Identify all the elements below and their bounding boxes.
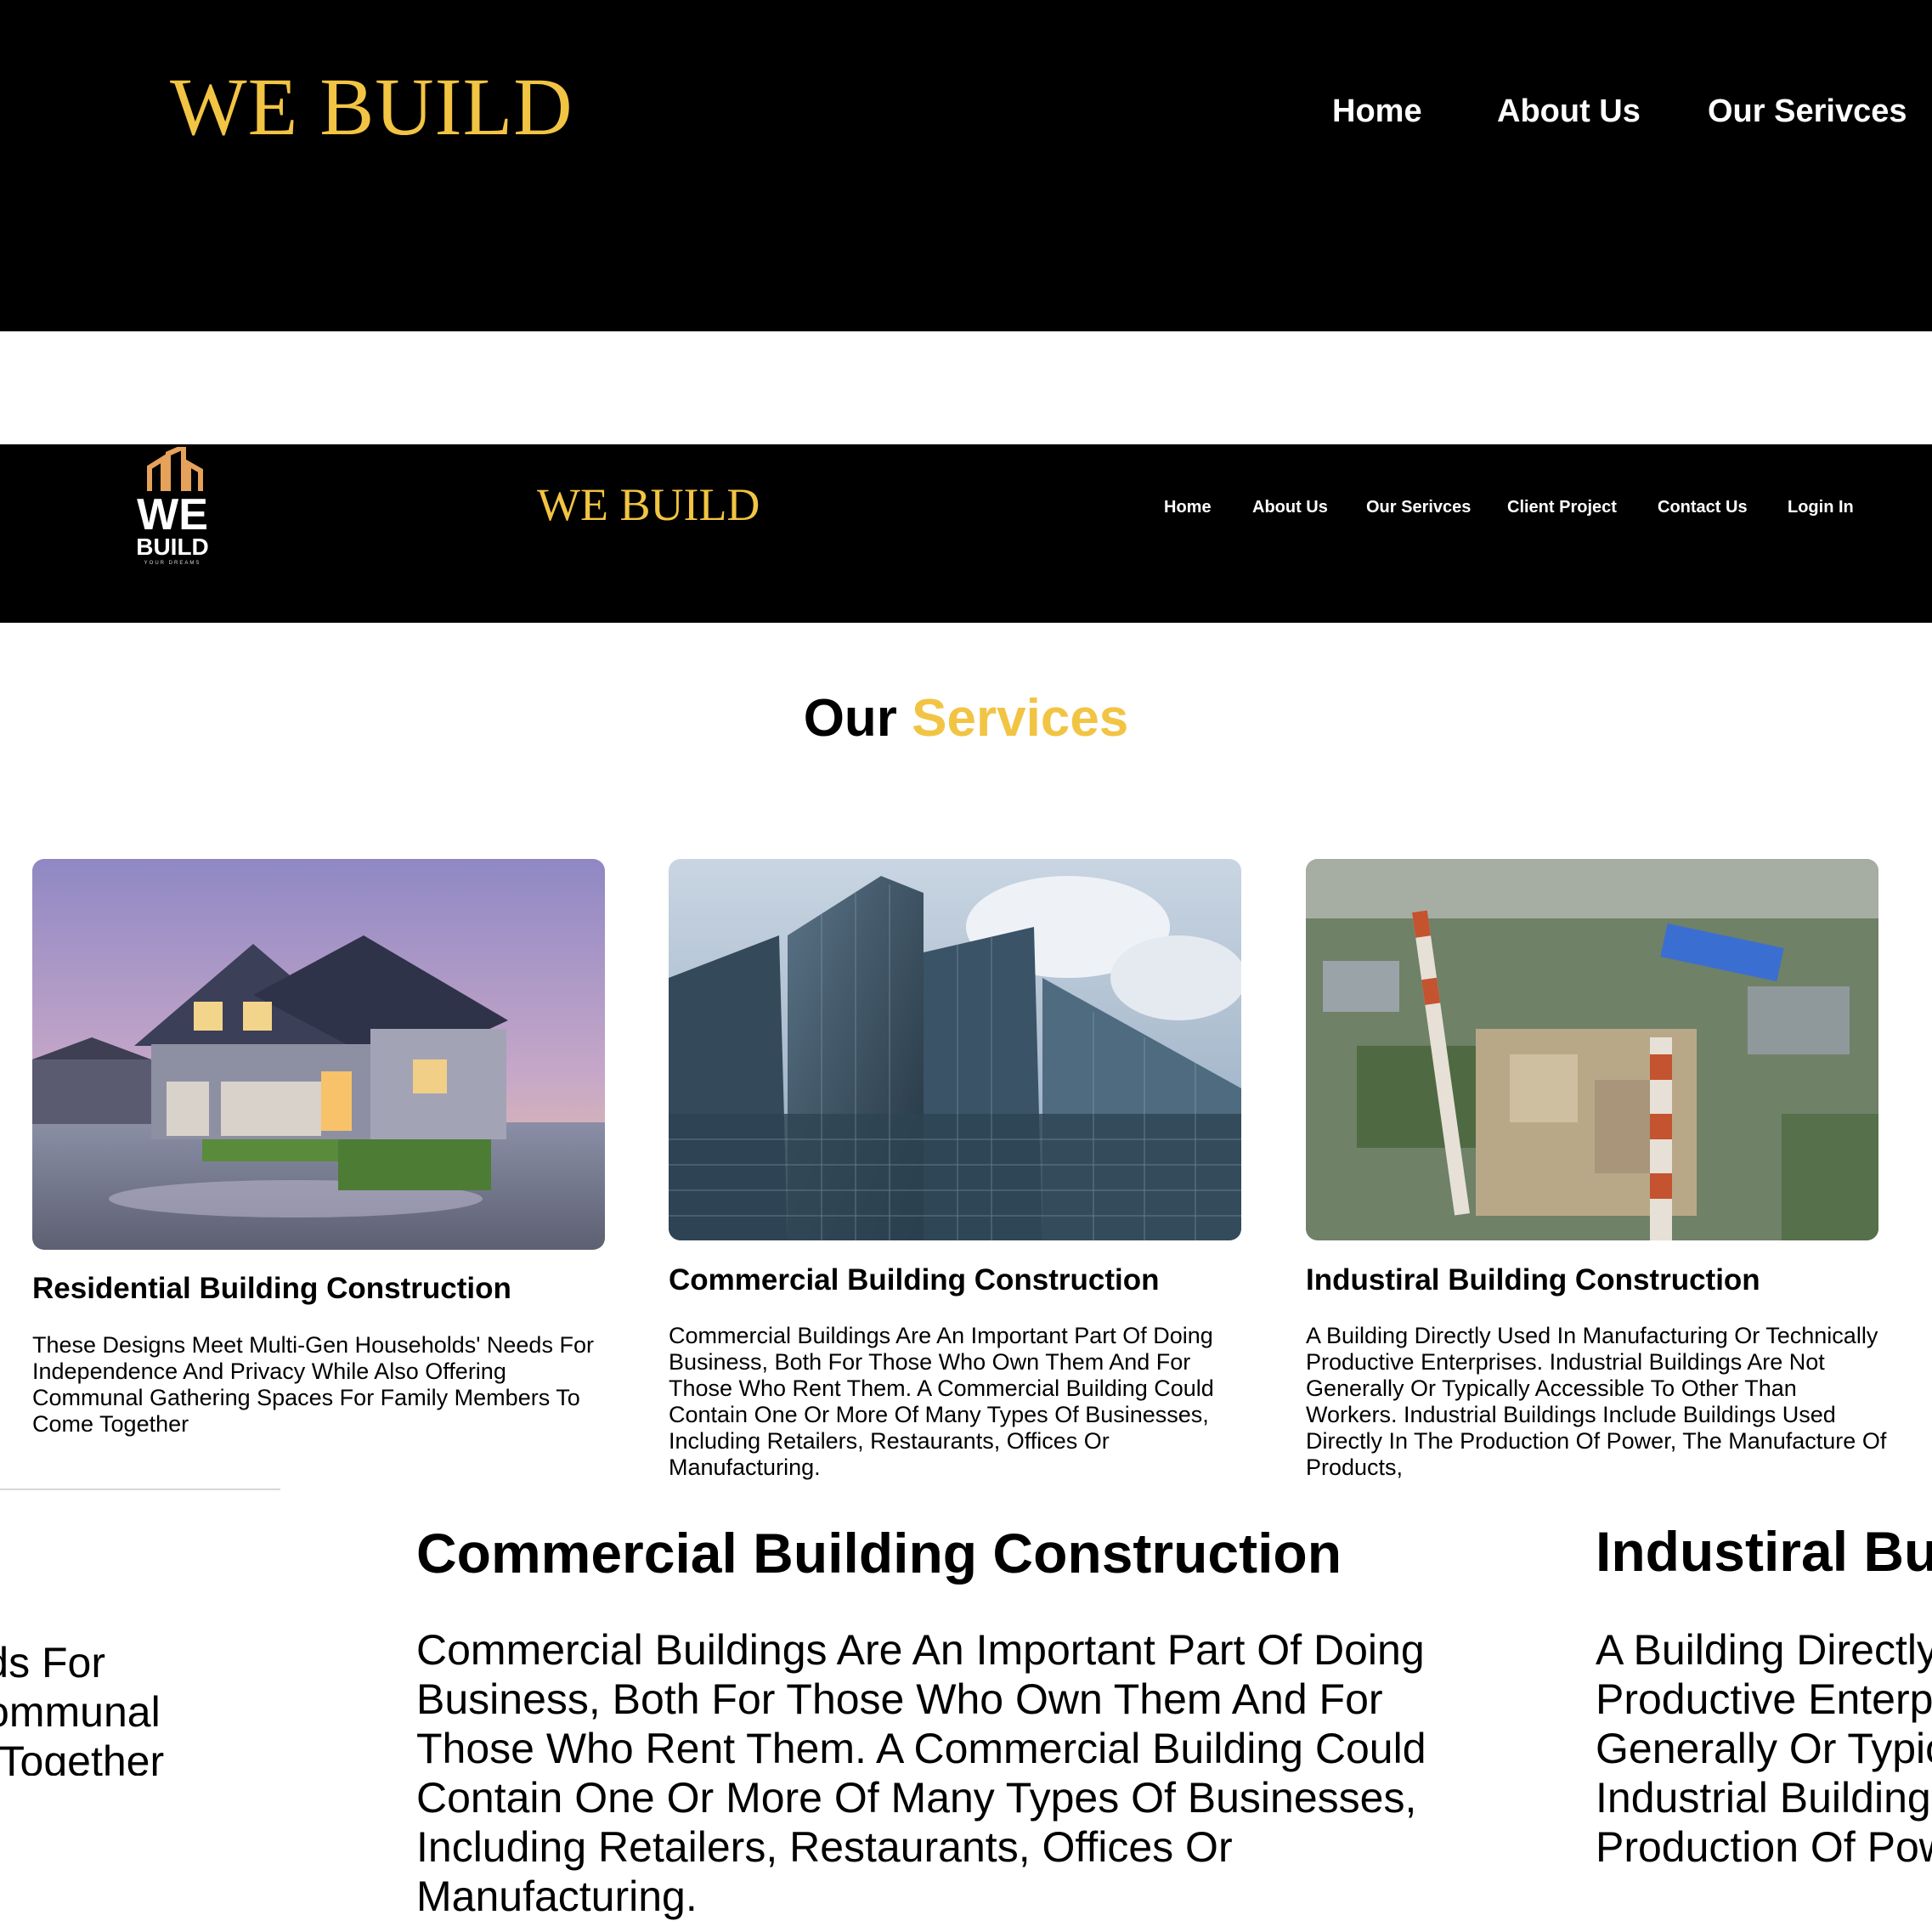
- zoom-description-industrial: A Building Directly Used In Manufacturin…: [1596, 1626, 1932, 1871]
- top-header: [0, 0, 1932, 331]
- brand-logo-tagline: YOUR DREAMS: [144, 561, 201, 566]
- card-description-residential: These Designs Meet Multi-Gen Households'…: [32, 1332, 594, 1437]
- nav-link-login[interactable]: Login In: [1788, 499, 1854, 516]
- services-heading-main: Our: [803, 689, 897, 748]
- navbar: [0, 444, 1932, 623]
- services-heading: Our Services: [0, 692, 1932, 745]
- card-image-residential[interactable]: [32, 859, 605, 1250]
- nav-link-contact-us[interactable]: Contact Us: [1658, 499, 1748, 516]
- card-title-industrial: Industiral Building Construction: [1306, 1263, 1760, 1296]
- top-header-logo[interactable]: WE BUILD: [170, 66, 573, 148]
- skyscraper-photo-icon: [669, 859, 1241, 1240]
- brand-logo-we: WE: [137, 490, 208, 539]
- top-nav-our-services[interactable]: Our Serivces: [1708, 95, 1907, 127]
- card-title-commercial: Commercial Building Construction: [669, 1263, 1160, 1296]
- factory-photo-icon: [1306, 859, 1878, 1240]
- zoom-industrial-clip: Industiral Building Construction A Build…: [1596, 1512, 1932, 1932]
- nav-link-client-project[interactable]: Client Project: [1507, 499, 1617, 516]
- top-nav-home[interactable]: Home: [1332, 95, 1422, 127]
- top-nav-about-us[interactable]: About Us: [1497, 95, 1641, 127]
- card-image-industrial[interactable]: [1306, 859, 1878, 1240]
- brand-logo-build: BUILD: [136, 534, 209, 560]
- zoom-description-residential: These Designs Meet Multi-Gen Households'…: [0, 1639, 165, 1776]
- zoom-description-commercial: Commercial Buildings Are An Important Pa…: [416, 1626, 1426, 1920]
- card-title-residential: Residential Building Construction: [32, 1272, 511, 1305]
- house-photo-icon: [32, 859, 605, 1250]
- zoom-residential-clip: Residential Building Construction These …: [0, 1521, 280, 1776]
- card-image-commercial[interactable]: [669, 859, 1241, 1240]
- services-heading-accent: Services: [912, 689, 1129, 748]
- zoom-title-commercial: Commercial Building Construction: [416, 1522, 1342, 1585]
- nav-link-our-services[interactable]: Our Serivces: [1366, 499, 1471, 516]
- zoom-title-industrial: Industiral Building Construction: [1596, 1520, 1932, 1583]
- nav-link-about-us[interactable]: About Us: [1252, 499, 1328, 516]
- zoom-divider: [0, 1489, 280, 1490]
- card-description-commercial: Commercial Buildings Are An Important Pa…: [669, 1323, 1214, 1480]
- navbar-title[interactable]: WE BUILD: [537, 482, 760, 528]
- nav-link-home[interactable]: Home: [1164, 499, 1212, 516]
- card-description-industrial: A Building Directly Used In Manufacturin…: [1306, 1323, 1887, 1480]
